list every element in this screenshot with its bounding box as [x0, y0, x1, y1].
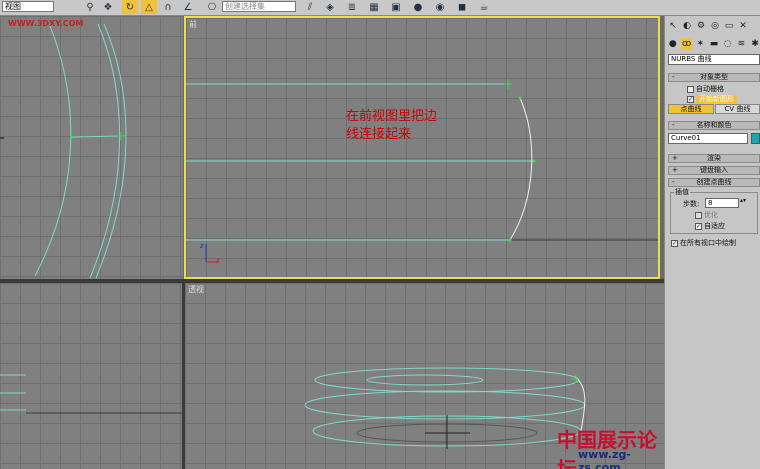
curves-front-view: [186, 79, 658, 263]
annotation-text: 在前视图里把边 线连接起来: [346, 108, 437, 144]
material-editor-icon[interactable]: ●: [410, 0, 426, 14]
annotation-line-1: 在前视图里把边: [346, 109, 438, 124]
curves-bottom-left: [0, 374, 182, 414]
render-frame-icon[interactable]: ◼: [454, 0, 470, 14]
cameras-icon[interactable]: ▬: [708, 38, 720, 50]
viewport-perspective[interactable]: 透视 中国展示论坛 www.zg-zs.com 会展 联盟: [185, 283, 664, 469]
cv-curve-button[interactable]: CV 曲线: [715, 104, 760, 114]
object-color-swatch[interactable]: [751, 133, 760, 144]
object-type-rollout[interactable]: - 对象类型: [668, 73, 760, 82]
spacewarps-icon[interactable]: ≋: [736, 38, 748, 50]
viewport-top-left[interactable]: WWW.3DXY.COM: [0, 16, 183, 279]
adaptive-label: 自适应: [704, 222, 725, 230]
steps-label: 步数:: [683, 200, 700, 208]
systems-icon[interactable]: ✱: [749, 38, 760, 50]
unlink-icon[interactable]: ❖: [100, 0, 116, 14]
interpolation-label: 插值: [674, 187, 690, 197]
named-selection-set[interactable]: 创建选择集: [222, 1, 296, 12]
select-rotate-icon[interactable]: ↻: [122, 0, 138, 14]
curve-editor-icon[interactable]: ▦: [366, 0, 382, 14]
optimize-checkbox[interactable]: 优化: [695, 210, 718, 220]
create-point-curve-title: 创建点曲线: [696, 178, 732, 186]
keyboard-entry-rollout[interactable]: + 键盘输入: [668, 166, 760, 175]
render-rollout[interactable]: + 渲染: [668, 154, 760, 163]
viewport-front[interactable]: 前 x z 在前视图里把边 线连接起来: [184, 16, 660, 279]
autogrid-checkbox[interactable]: 自动栅格: [687, 84, 724, 94]
adaptive-checkbox[interactable]: ✓ 自适应: [695, 221, 725, 231]
axis-x-label: x: [216, 257, 221, 265]
create-categories: ● ꝏ ✶ ▬ ◌ ≋ ✱: [665, 36, 760, 52]
geometry-icon[interactable]: ●: [667, 38, 679, 50]
autogrid-label: 自动栅格: [696, 85, 724, 93]
forum-url: www.zg-zs.com: [578, 448, 631, 469]
annotation-line-2: 线连接起来: [346, 127, 412, 142]
keyboard-entry-title: 键盘输入: [700, 166, 728, 174]
max-window: { "toolbar": { "view_select": "视图", "sel…: [0, 0, 760, 469]
schematic-icon[interactable]: ▣: [388, 0, 404, 14]
motion-tab-icon[interactable]: ◎: [709, 20, 721, 32]
lights-icon[interactable]: ✶: [694, 38, 706, 50]
render-setup-icon[interactable]: ◉: [432, 0, 448, 14]
object-name-field[interactable]: Curve01: [668, 133, 748, 144]
quick-render-icon[interactable]: ☕: [476, 0, 492, 14]
named-selection-icon[interactable]: ⎔: [204, 0, 220, 14]
align-icon[interactable]: ◈: [322, 0, 338, 14]
display-tab-icon[interactable]: ▭: [723, 20, 735, 32]
create-point-curve-rollout[interactable]: - 创建点曲线: [668, 178, 760, 187]
steps-spinner-arrows[interactable]: ▴▾: [740, 197, 746, 204]
draw-all-viewports-checkbox[interactable]: ✓ 在所有视口中绘制: [671, 238, 736, 248]
link-icon[interactable]: ⚲: [82, 0, 98, 14]
select-scale-icon[interactable]: △: [141, 0, 157, 14]
create-tab-icon[interactable]: ↖: [667, 20, 679, 32]
object-type-title: 对象类型: [700, 73, 728, 81]
start-new-shape-label: 开始新图形: [696, 95, 737, 103]
main-toolbar: 视图 ⚲ ❖ ↻ △ ∩ ∠ ⎔ 创建选择集 ⫽ ◈ ≣ ▦ ▣ ● ◉ ◼ ☕: [0, 0, 760, 16]
viewport-bottom-left[interactable]: [0, 283, 182, 469]
snap-icon[interactable]: ∩: [160, 0, 176, 14]
optimize-label: 优化: [704, 211, 718, 219]
panel-tabs: ↖ ◐ ⚙ ◎ ▭ ✕: [665, 18, 760, 34]
layer-icon[interactable]: ≣: [344, 0, 360, 14]
steps-spinner[interactable]: 8: [705, 198, 739, 208]
command-panel: ↖ ◐ ⚙ ◎ ▭ ✕ ● ꝏ ✶ ▬ ◌ ≋ ✱ NURBS 曲线 - 对象类型…: [664, 16, 760, 469]
hierarchy-tab-icon[interactable]: ⚙: [695, 20, 707, 32]
angle-snap-icon[interactable]: ∠: [180, 0, 196, 14]
point-curve-button[interactable]: 点曲线: [668, 104, 714, 114]
axis-z-label: z: [200, 242, 204, 250]
shapes-icon[interactable]: ꝏ: [680, 38, 693, 50]
draw-all-viewports-label: 在所有视口中绘制: [680, 239, 736, 247]
curves-left-view: [0, 23, 127, 279]
utilities-tab-icon[interactable]: ✕: [737, 20, 749, 32]
name-color-title: 名称和颜色: [696, 121, 732, 129]
shape-type-dropdown[interactable]: NURBS 曲线: [668, 54, 760, 65]
mirror-icon[interactable]: ⫽: [302, 0, 318, 14]
render-title: 渲染: [707, 154, 721, 162]
view-select[interactable]: 视图: [2, 1, 54, 12]
name-color-rollout[interactable]: - 名称和颜色: [668, 121, 760, 130]
start-new-shape-checkbox[interactable]: ✓ 开始新图形: [687, 94, 737, 104]
helpers-icon[interactable]: ◌: [722, 38, 734, 50]
modify-tab-icon[interactable]: ◐: [681, 20, 693, 32]
